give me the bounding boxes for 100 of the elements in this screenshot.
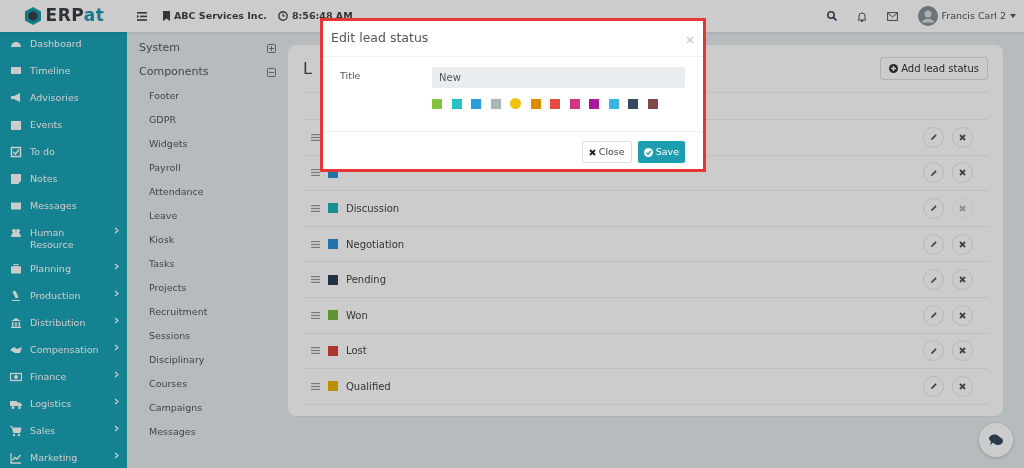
drag-handle-icon[interactable]: [311, 240, 320, 248]
sidebar-item[interactable]: Planning: [0, 257, 127, 284]
chat-button[interactable]: [979, 423, 1013, 457]
edit-button[interactable]: [923, 162, 944, 184]
sidebar-item[interactable]: Dashboard: [0, 32, 127, 59]
menu-item[interactable]: Projects: [139, 276, 276, 300]
menu-item[interactable]: Widgets: [139, 132, 276, 156]
color-option[interactable]: [608, 98, 619, 109]
delete-button[interactable]: [952, 269, 973, 291]
sidebar-item[interactable]: Events: [0, 113, 127, 140]
delete-button[interactable]: [952, 304, 973, 326]
search-icon[interactable]: [826, 11, 837, 21]
sidebar-item[interactable]: Logistics: [0, 392, 127, 419]
delete-button[interactable]: [952, 340, 973, 362]
bell-icon[interactable]: [856, 10, 867, 22]
color-option[interactable]: [647, 98, 658, 109]
save-button[interactable]: Save: [637, 141, 685, 163]
sidebar-item[interactable]: Compensation: [0, 338, 127, 365]
drag-handle-icon[interactable]: [311, 311, 320, 319]
close-icon: [959, 311, 966, 319]
color-option[interactable]: [490, 98, 501, 109]
drag-handle-icon[interactable]: [311, 276, 320, 284]
card-title: L: [303, 57, 312, 80]
menu-item[interactable]: Attendance: [139, 180, 276, 204]
color-option[interactable]: [451, 98, 462, 109]
delete-button[interactable]: [952, 375, 973, 397]
collapse-icon[interactable]: [267, 67, 276, 77]
logo-icon: [22, 6, 43, 26]
chevron-icon: [114, 452, 119, 459]
close-icon: [959, 133, 966, 141]
menu-item[interactable]: Leave: [139, 204, 276, 228]
color-option[interactable]: [569, 98, 580, 109]
briefcase-icon: [10, 263, 22, 275]
drag-handle-icon[interactable]: [311, 382, 320, 390]
menu-item[interactable]: Sessions: [139, 324, 276, 348]
sidebar-item[interactable]: Human Resource: [0, 221, 127, 257]
color-option[interactable]: [471, 98, 481, 109]
color-option[interactable]: [530, 98, 541, 109]
bank-icon: [10, 317, 22, 329]
menu-item[interactable]: Courses: [139, 372, 276, 396]
menu-item[interactable]: Payroll: [139, 156, 276, 180]
sidebar-item[interactable]: To do: [0, 140, 127, 167]
menu-item[interactable]: Tasks: [139, 252, 276, 276]
menu-icon[interactable]: [137, 11, 147, 21]
sidebar-item[interactable]: Notes: [0, 167, 127, 194]
menu-item[interactable]: Messages: [139, 420, 276, 444]
sidebar-item[interactable]: Finance: [0, 365, 127, 392]
edit-button[interactable]: [923, 340, 944, 362]
edit-button[interactable]: [923, 375, 944, 397]
color-option[interactable]: [628, 98, 638, 109]
sidebar-item[interactable]: Advisories: [0, 86, 127, 113]
delete-button[interactable]: [952, 233, 973, 255]
status-name: Negotiation: [346, 237, 406, 252]
chevron-icon: [114, 263, 119, 270]
input-field[interactable]: New: [432, 67, 685, 88]
sidebar-item[interactable]: Messages: [0, 194, 127, 221]
pencil-icon: [929, 311, 938, 320]
sidebar-item[interactable]: Timeline: [0, 59, 127, 86]
menu-item[interactable]: Campaigns: [139, 396, 276, 420]
status-name: Lost: [346, 344, 368, 359]
truck-icon: [10, 398, 22, 410]
drag-handle-icon[interactable]: [311, 205, 320, 212]
color-option[interactable]: [550, 98, 560, 109]
delete-button[interactable]: [952, 162, 973, 184]
edit-button[interactable]: [923, 304, 944, 326]
drag-handle-icon[interactable]: [311, 169, 320, 177]
menu-item[interactable]: Footer: [139, 84, 276, 108]
chevron-icon: [114, 290, 119, 297]
edit-button[interactable]: [923, 126, 944, 148]
color-option[interactable]: [589, 98, 599, 109]
delete-button[interactable]: [952, 126, 973, 148]
sidebar-item[interactable]: Production: [0, 284, 127, 311]
expand-icon[interactable]: [267, 43, 276, 53]
menu-group[interactable]: Components: [139, 63, 209, 81]
sidebar-item[interactable]: Sales: [0, 419, 127, 446]
menu-group[interactable]: System: [139, 39, 181, 57]
sidebar-item[interactable]: Marketing: [0, 446, 127, 468]
edit-button[interactable]: [923, 233, 944, 255]
drag-handle-icon[interactable]: [311, 133, 320, 141]
checkbox-icon: [10, 146, 22, 158]
user-menu[interactable]: Francis Carl 2: [941, 8, 1016, 24]
drag-handle-icon[interactable]: [311, 347, 320, 355]
add-button[interactable]: Add lead status: [880, 57, 988, 80]
menu-item[interactable]: Disciplinary: [139, 348, 276, 372]
edit-button[interactable]: [923, 269, 944, 291]
sidebar-item[interactable]: Distribution: [0, 311, 127, 338]
color-option[interactable]: [510, 98, 521, 109]
clock-icon: [277, 11, 288, 21]
bookmark-icon: [163, 11, 170, 21]
menu-item[interactable]: Kiosk: [139, 228, 276, 252]
color-option[interactable]: [432, 98, 442, 109]
chevron-icon: [114, 317, 119, 324]
close-button[interactable]: Close: [581, 141, 632, 163]
menu-item[interactable]: GDPR: [139, 108, 276, 132]
close-icon: [588, 148, 596, 156]
pencil-icon: [929, 382, 938, 391]
menu-item[interactable]: Recruitment: [139, 300, 276, 324]
mail-icon[interactable]: [886, 11, 898, 21]
edit-button[interactable]: [923, 198, 944, 219]
chevron-icon: [114, 371, 119, 378]
